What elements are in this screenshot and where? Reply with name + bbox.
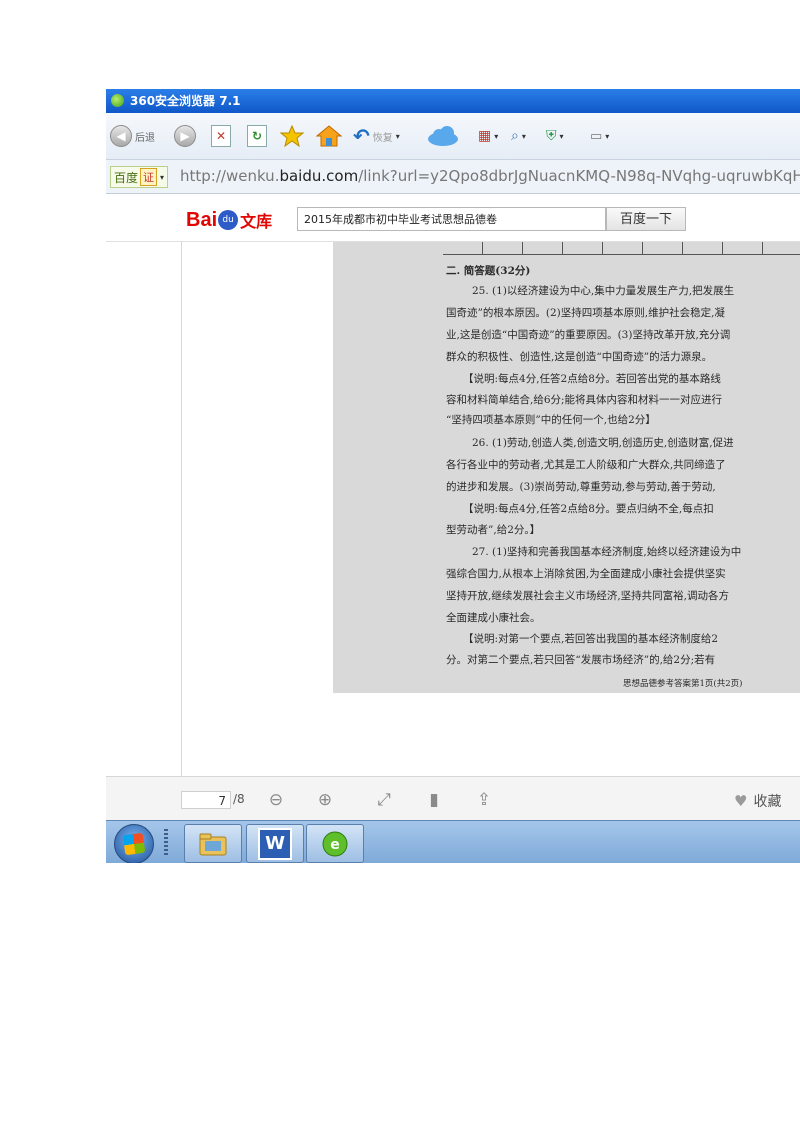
fullscreen-icon[interactable]: ⤢ <box>373 789 395 811</box>
answer-table-fragment <box>443 242 800 255</box>
doc-line: 【说明:对第一个要点,若回答出我国的基本经济制度给2 <box>463 633 719 645</box>
refresh-icon: ↻ <box>247 125 267 147</box>
doc-line: 【说明:每点4分,任答2点给8分。要点归纳不全,每点扣 <box>463 503 714 515</box>
share-icon[interactable]: ⇪ <box>473 789 495 811</box>
doc-line: 各行各业中的劳动者,尤其是工人阶级和广大群众,共同缔造了 <box>446 459 726 471</box>
baidu-wenku-logo[interactable]: Bai du 文库 <box>186 204 272 232</box>
wps-writer-icon: W <box>258 827 292 860</box>
cloud-button[interactable] <box>426 125 460 147</box>
doc-line: 国奇迹”的根本原因。(2)坚持四项基本原则,维护社会稳定,凝 <box>446 307 725 319</box>
favorite-button[interactable]: ♥ 收藏 <box>734 791 781 811</box>
restore-label: 恢复 <box>372 132 393 144</box>
bookmark-icon[interactable]: ▮ <box>423 789 445 811</box>
wenku-header: Bai du 文库 2015年成都市初中毕业考试思想品德卷 百度一下 <box>106 194 800 242</box>
screenshot-button[interactable]: ▭ ▾ <box>590 125 609 147</box>
address-bar: 百度 证 ▾ http://wenku.baidu.com/link?url=y… <box>106 160 800 194</box>
certificate-icon: 证 <box>140 168 158 186</box>
favorite-label: 收藏 <box>753 794 782 810</box>
doc-line: 业,这是创造“中国奇迹”的重要原因。(3)坚持改革开放,充分调 <box>446 329 731 341</box>
windows-logo-icon <box>122 832 146 856</box>
favorites-button[interactable] <box>280 125 304 147</box>
close-tab-button[interactable]: ✕ <box>211 125 231 147</box>
home-icon <box>316 125 342 147</box>
viewer-left-divider <box>181 242 182 777</box>
section-title: 二. 简答题(32分) <box>446 265 531 277</box>
start-button[interactable] <box>114 824 154 863</box>
svg-text:e: e <box>330 837 340 853</box>
back-label: 后退 <box>135 132 155 144</box>
close-tab-icon: ✕ <box>211 125 231 147</box>
url-rest: /link?url=y2Qpo8dbrJgNuacnKMQ-N98q-NVqhg… <box>358 167 800 185</box>
document-viewer: 二. 简答题(32分) 25. (1)以经济建设为中心,集中力量发展生产力,把发… <box>106 242 800 777</box>
screenshot-icon: ▭ <box>590 128 603 144</box>
doc-line: 型劳动者”,给2分。】 <box>446 524 541 536</box>
apps-icon: ▦ <box>478 128 492 144</box>
doc-line: 坚持开放,继续发展社会主义市场经济,坚持共同富裕,调动各方 <box>446 590 730 602</box>
back-button[interactable]: ◀ 后退 <box>110 125 155 147</box>
windows-taskbar: W e <box>106 820 800 863</box>
taskbar-grip <box>164 829 168 857</box>
find-dropdown-icon[interactable]: ▾ <box>522 132 526 141</box>
apps-dropdown-icon[interactable]: ▾ <box>494 132 498 141</box>
screenshot-dropdown-icon[interactable]: ▾ <box>605 132 609 141</box>
doc-line: 强综合国力,从根本上消除贫困,为全面建成小康社会提供坚实 <box>446 568 726 580</box>
heart-icon: ♥ <box>734 792 748 810</box>
page-number-input[interactable]: 7 <box>181 791 231 809</box>
site-dropdown-icon: ▾ <box>160 172 165 182</box>
cloud-icon <box>428 126 458 146</box>
reader-bottom-bar: 7 /8 ⊖ ⊕ ⤢ ▮ ⇪ ♥ 收藏 <box>106 776 800 821</box>
search-icon: ⌕ <box>511 128 519 144</box>
site-label: 百度 <box>114 170 139 185</box>
baidu-paw-icon: du <box>218 210 239 230</box>
url-prefix: http://wenku. <box>180 167 280 185</box>
doc-line: 的进步和发展。(3)崇尚劳动,尊重劳动,参与劳动,善于劳动, <box>446 481 716 493</box>
site-identity-badge[interactable]: 百度 证 ▾ <box>110 166 169 188</box>
forward-icon: ▶ <box>174 125 196 147</box>
doc-footer: 思想品德参考答案第1页(共2页) <box>623 679 743 689</box>
browser-logo-icon <box>111 94 124 107</box>
doc-line: 26. (1)劳动,创造人类,创造文明,创造历史,创造财富,促进 <box>472 437 734 449</box>
url-domain: baidu.com <box>279 167 359 185</box>
browser-toolbar: ◀ 后退 ▶ ✕ ↻ ↶ 恢复 ▾ ▦ ▾ ⌕ ▾ ⛨ ▾ ▭ ▾ <box>106 113 800 160</box>
forward-button[interactable]: ▶ <box>174 125 196 147</box>
doc-line: 分。对第二个要点,若只回答“发展市场经济”的,给2分;若有 <box>446 654 716 666</box>
doc-line: “坚持四项基本原则”中的任何一个,也给2分】 <box>446 414 656 426</box>
security-dropdown-icon[interactable]: ▾ <box>560 132 564 141</box>
shield-icon: ⛨ <box>546 128 557 144</box>
zoom-in-icon[interactable]: ⊕ <box>314 789 336 811</box>
taskbar-wps-writer[interactable]: W <box>246 824 304 863</box>
undo-icon: ↶ <box>353 124 370 148</box>
logo-wenku-text: 文库 <box>240 212 273 231</box>
search-input[interactable]: 2015年成都市初中毕业考试思想品德卷 <box>297 207 606 231</box>
security-button[interactable]: ⛨ ▾ <box>546 125 564 147</box>
search-button[interactable]: 百度一下 <box>606 207 686 231</box>
doc-line: 容和材料简单结合,给6分;能将具体内容和材料一一对应进行 <box>446 394 723 406</box>
folder-icon <box>198 830 228 858</box>
url-input[interactable]: http://wenku.baidu.com/link?url=y2Qpo8db… <box>180 166 800 186</box>
home-button[interactable] <box>316 125 342 147</box>
document-page-image: 二. 简答题(32分) 25. (1)以经济建设为中心,集中力量发展生产力,把发… <box>333 242 800 693</box>
logo-bai-text: Bai <box>186 209 218 231</box>
restore-button[interactable]: ↶ 恢复 ▾ <box>353 124 400 148</box>
doc-line: 25. (1)以经济建设为中心,集中力量发展生产力,把发展生 <box>472 285 735 297</box>
window-titlebar: 360安全浏览器 7.1 <box>106 89 800 113</box>
doc-line: 群众的积极性、创造性,这是创造“中国奇迹”的活力源泉。 <box>446 351 713 363</box>
window-title: 360安全浏览器 7.1 <box>130 94 241 108</box>
taskbar-file-explorer[interactable] <box>184 824 242 863</box>
restore-dropdown-icon[interactable]: ▾ <box>396 132 400 141</box>
apps-button[interactable]: ▦ ▾ <box>478 125 498 147</box>
star-icon <box>280 125 304 147</box>
page-total: /8 <box>233 792 245 806</box>
back-icon: ◀ <box>110 125 132 147</box>
zoom-out-icon[interactable]: ⊖ <box>265 789 287 811</box>
doc-line: 全面建成小康社会。 <box>446 612 541 624</box>
360-browser-icon: e <box>320 830 350 858</box>
screenshot-frame: 360安全浏览器 7.1 ◀ 后退 ▶ ✕ ↻ ↶ 恢复 ▾ ▦ ▾ ⌕ ▾ ⛨… <box>106 89 800 863</box>
find-button[interactable]: ⌕ ▾ <box>511 125 526 147</box>
taskbar-360-browser[interactable]: e <box>306 824 364 863</box>
doc-line: 27. (1)坚持和完善我国基本经济制度,始终以经济建设为中 <box>472 546 742 558</box>
refresh-button[interactable]: ↻ <box>247 125 267 147</box>
doc-line: 【说明:每点4分,任答2点给8分。若回答出党的基本路线 <box>463 373 721 385</box>
